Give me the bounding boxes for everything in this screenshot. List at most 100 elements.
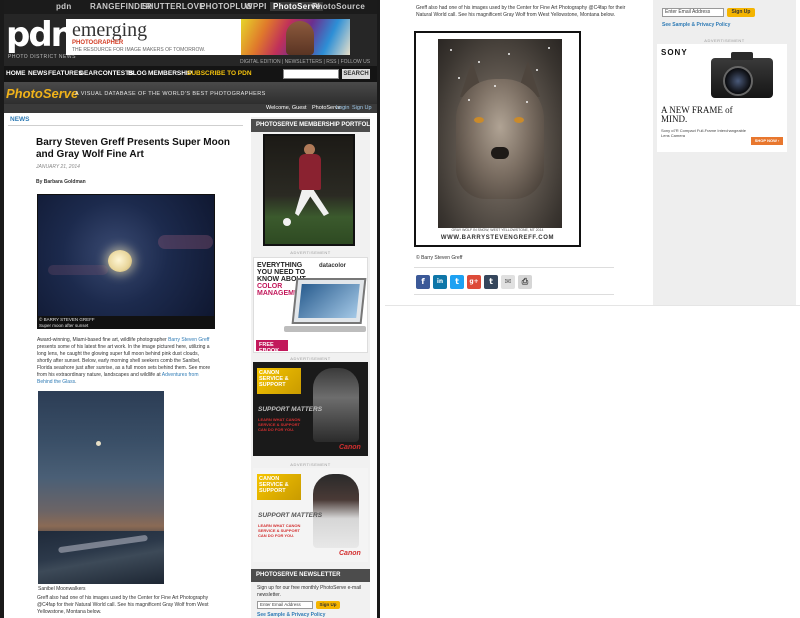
nav-features[interactable]: FEATURES (48, 70, 83, 77)
nav-membership[interactable]: MEMBERSHIP (148, 70, 192, 77)
email-field[interactable]: Enter Email Address (662, 8, 724, 17)
banner-subtitle: PHOTOGRAPHER (72, 40, 124, 46)
canon-logo: Canon (339, 444, 361, 451)
page-edge-right (377, 0, 380, 618)
photo-caption: Sanibel Moonwalkers (38, 586, 86, 592)
section-label[interactable]: NEWS (10, 116, 30, 123)
facebook-icon[interactable]: f (416, 275, 430, 289)
sanibel-photo (38, 391, 164, 584)
network-link-wppi[interactable]: WPPI (245, 2, 267, 11)
nav-home[interactable]: HOME (6, 70, 26, 77)
nav-gear[interactable]: GEAR (79, 70, 98, 77)
user-link-login[interactable]: Login (336, 105, 349, 111)
email-field[interactable]: Enter Email Address (257, 601, 313, 609)
sony-ad[interactable]: SONY A NEW FRAME of MIND. Sony α7R Compa… (657, 44, 787, 152)
signup-button[interactable]: Sign Up (316, 601, 340, 609)
moon (108, 250, 132, 272)
laptop-screen (298, 284, 360, 318)
snowflake (508, 53, 510, 55)
canon-cta: LEARN WHAT CANON SERVICE & SUPPORT CAN D… (258, 523, 301, 538)
user-link-signup[interactable]: Sign Up (352, 105, 372, 111)
portfolio-photo[interactable] (263, 134, 355, 246)
nav-subscribe[interactable]: SUBSCRIBE TO PDN (187, 70, 252, 77)
snowflake (458, 77, 460, 79)
canon-ad[interactable]: CANON SERVICE & SUPPORT SUPPORT MATTERS … (253, 468, 368, 562)
print-icon[interactable]: ⎙ (518, 275, 532, 289)
wolf-face (456, 79, 544, 199)
canon-tagline: SUPPORT MATTERS (258, 512, 323, 519)
datacolor-ad[interactable]: EVERYTHING YOU NEED TO KNOW ABOUT COLOR … (253, 257, 368, 354)
divider (8, 125, 243, 126)
photo-caption: Super moon after sunset (39, 323, 89, 328)
canon-tagline: SUPPORT MATTERS (258, 406, 323, 413)
photoserve-logo[interactable]: PhotoServe (6, 86, 78, 101)
google-plus-icon[interactable]: g+ (467, 275, 481, 289)
canon-cta: LEARN WHAT CANON SERVICE & SUPPORT CAN D… (258, 417, 301, 432)
privacy-link[interactable]: See Sample & Privacy Policy (662, 22, 730, 28)
search-button[interactable]: SEARCH (342, 69, 370, 79)
camera-viewfinder (731, 52, 753, 60)
canon-ad[interactable]: CANON SERVICE & SUPPORT SUPPORT MATTERS … (253, 362, 368, 456)
divider (385, 305, 800, 306)
shop-now-button[interactable]: SHOP NOW › (751, 137, 783, 145)
print-caption: GRAY WOLF IN SNOW, WEST YELLOWSTONE, MT … (451, 228, 544, 232)
canon-badge-text: CANON SERVICE & SUPPORT (259, 370, 289, 388)
article-body-continued: Greff also had one of his images used by… (416, 5, 626, 18)
camera-illustration (711, 52, 773, 98)
photo-caption-bar: © BARRY STEVEN GREFF Super moon after su… (37, 317, 215, 329)
laptop-illustration (291, 278, 367, 324)
privacy-link[interactable]: See Sample & Privacy Policy (257, 612, 325, 618)
super-moon-photo (37, 194, 215, 317)
twitter-icon[interactable]: t (450, 275, 464, 289)
article-title: Barry Steven Greff Presents Super Moon a… (36, 137, 230, 160)
photo-credit: © Barry Steven Greff (416, 255, 463, 261)
ribbon-text: FREE EBOOK (259, 342, 280, 354)
free-ebook-ribbon: FREE EBOOK (256, 340, 288, 354)
main-nav: HOME NEWS FEATURES GEAR CONTESTS BLOG ME… (0, 66, 377, 82)
canon-logo: Canon (339, 550, 361, 557)
newsletter-heading: PHOTOSERVE NEWSLETTER (251, 569, 370, 582)
linkedin-icon[interactable]: in (433, 275, 447, 289)
edition-links[interactable]: DIGITAL EDITION | NEWSLETTERS | RSS | FO… (240, 59, 370, 65)
user-bar: Welcome, Guest PhotoServe Login Sign Up (0, 104, 377, 113)
site-header: pdn PHOTO DISTRICT NEWS emerging PHOTOGR… (0, 14, 377, 66)
emerging-photographer-banner[interactable]: emerging PHOTOGRAPHER THE RESOURCE FOR I… (66, 19, 350, 55)
divider (414, 267, 614, 268)
network-bar: pdn RANGEFINDER SHUTTERLOVE PHOTOPLUS WP… (0, 0, 380, 14)
snowflake (526, 101, 528, 103)
welcome-text: Welcome, Guest (266, 105, 307, 111)
tumblr-icon[interactable]: t (484, 275, 498, 289)
search-input[interactable] (283, 69, 339, 79)
divider (414, 294, 614, 295)
wolf-eye (514, 117, 524, 123)
signup-button[interactable]: Sign Up (727, 8, 755, 17)
photographer-link[interactable]: Barry Steven Greff (168, 337, 209, 343)
network-link-photosource[interactable]: PhotoSource (312, 2, 365, 11)
page-edge-left (0, 0, 4, 618)
network-link-pdn[interactable]: pdn (56, 2, 72, 11)
snowflake (494, 85, 496, 87)
ad-subheading: Sony α7R Compact Full-Frame Interchangea… (661, 128, 747, 138)
wolf-eye (474, 117, 484, 123)
cloud (158, 235, 213, 249)
portfolio-heading-text: PHOTOSERVE MEMBERSHIP PORTFOLIO (256, 122, 377, 128)
soccer-ball (283, 218, 291, 226)
nav-blog[interactable]: BLOG (128, 70, 147, 77)
laptop-base (284, 326, 366, 332)
gray-wolf-print: GRAY WOLF IN SNOW, WEST YELLOWSTONE, MT … (414, 31, 581, 247)
network-link-shutterlove[interactable]: SHUTTERLOVE (142, 2, 205, 11)
ad-label: ADVERTISEMENT (290, 462, 331, 467)
banner-title: emerging (72, 19, 148, 41)
pdn-logo[interactable]: pdn (6, 18, 75, 52)
body-text: Award-winning, Miami-based fine art, wil… (37, 337, 169, 343)
article-date: JANUARY 21, 2014 (36, 164, 80, 170)
camera-lens (723, 66, 753, 96)
ad-headline: A NEW FRAME of MIND. (661, 105, 733, 124)
body-text: . (75, 379, 77, 385)
player-legs (295, 190, 329, 216)
photoserve-tagline: A VISUAL DATABASE OF THE WORLD'S BEST PH… (75, 91, 266, 97)
email-icon[interactable]: ✉ (501, 275, 515, 289)
nav-news[interactable]: NEWS (28, 70, 48, 77)
portfolio-heading: PHOTOSERVE MEMBERSHIP PORTFOLIO (251, 119, 376, 132)
ad-label: ADVERTISEMENT (290, 250, 331, 255)
